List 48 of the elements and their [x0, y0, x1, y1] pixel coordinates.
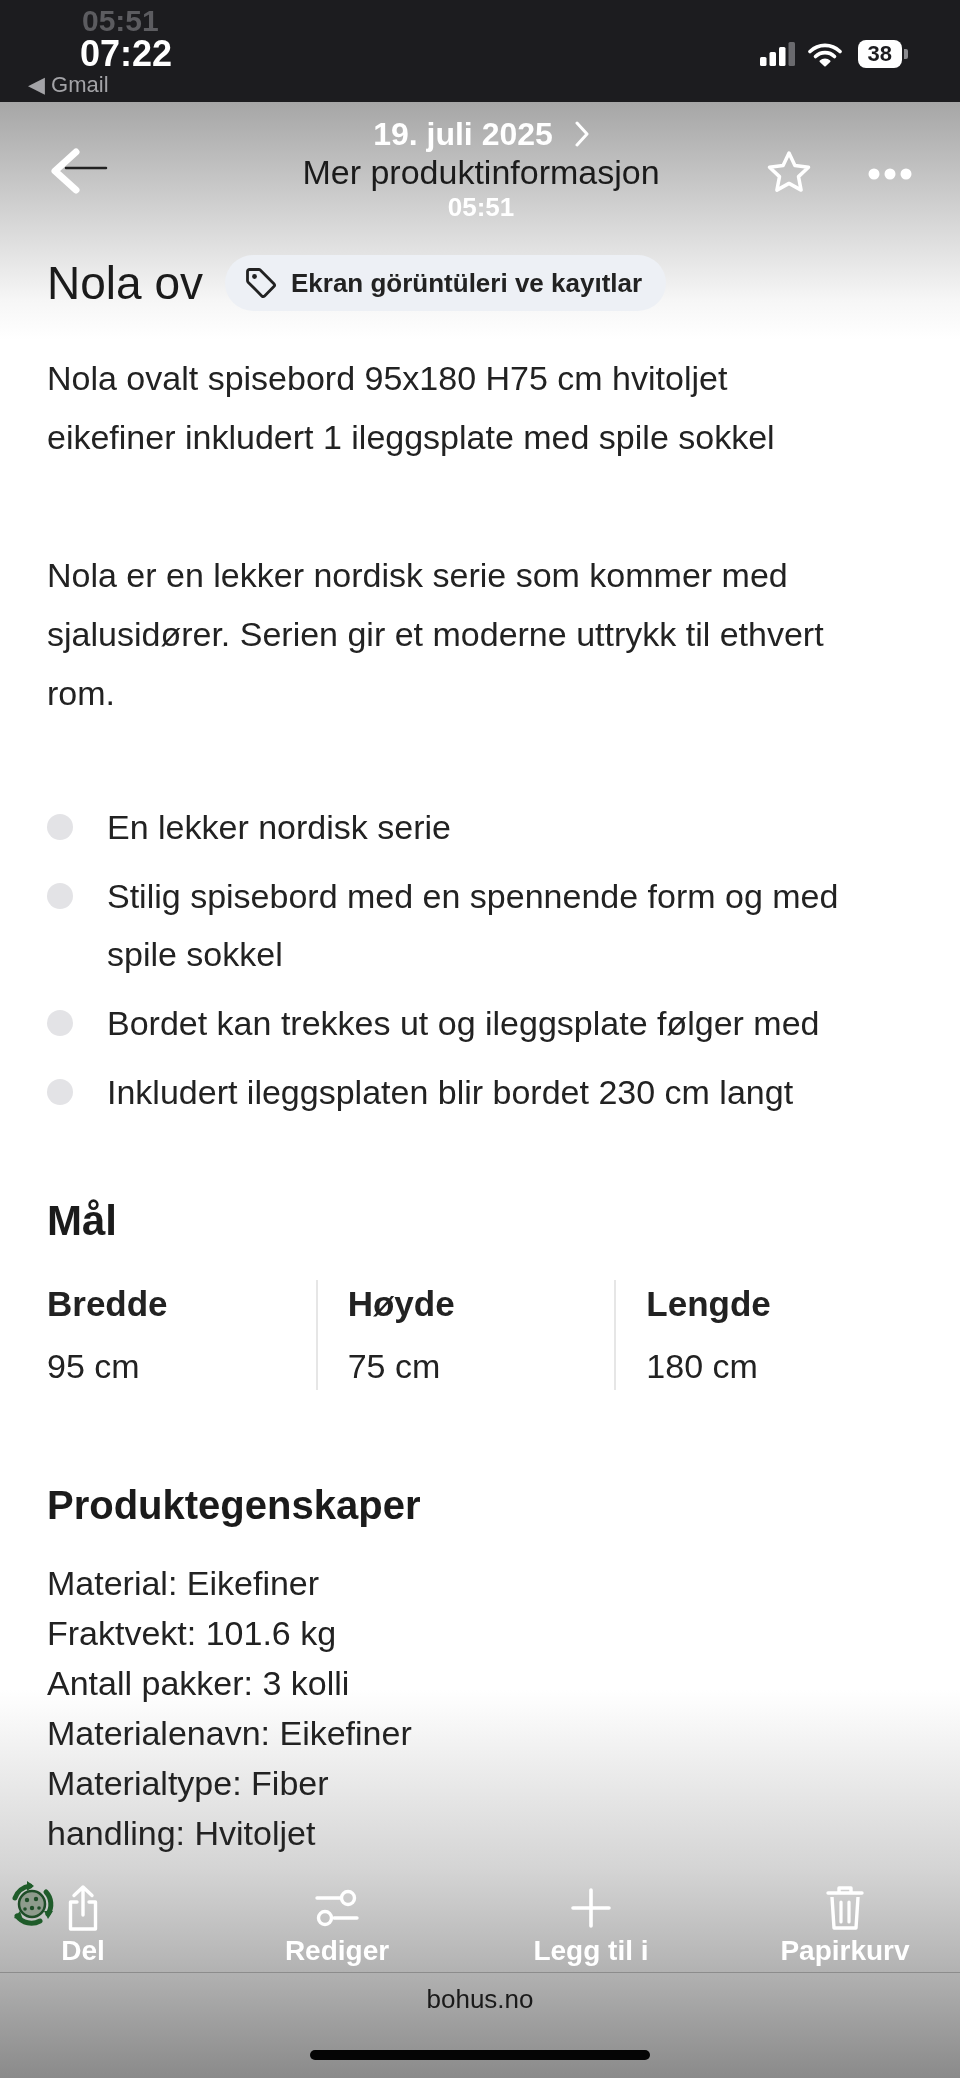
- site-address[interactable]: bohus.no: [426, 1983, 534, 2015]
- album-chip[interactable]: Ekran görüntüleri ve kayıtlar: [224, 255, 667, 311]
- dimension-value: 180 cm: [646, 1346, 759, 1387]
- wifi-icon: [807, 41, 842, 67]
- clock-text: 07:22: [80, 36, 173, 72]
- chevron-right-icon[interactable]: [574, 121, 589, 147]
- feature-text: Inkludert ileggsplaten blir bordet 230 cm langt: [107, 1072, 794, 1113]
- feature-text: Bordet kan trekkes ut og ileggsplate følger med: [107, 1003, 820, 1044]
- clock-text: 05:51: [82, 6, 159, 36]
- property-text: Materialtype: Fiber: [47, 1763, 330, 1804]
- date-text: 19. juli 2025: [373, 116, 553, 152]
- description-text: Nola ovalt spisebord 95x180 H75 cm hvitoljet eikefiner inkludert 1 ileggsplate med spile sokkel: [47, 358, 776, 458]
- edit-button[interactable]: Rediger: [254, 1884, 420, 1968]
- property-text: Fraktvekt: 101.6 kg: [47, 1613, 338, 1654]
- trash-button[interactable]: Papirkurv: [762, 1884, 928, 1968]
- product-heading: Nola ov: [47, 255, 203, 311]
- favorite-button[interactable]: [766, 150, 812, 194]
- property-text: handling: Hvitoljet: [47, 1813, 317, 1854]
- star-icon: [766, 150, 812, 194]
- property-text: Material: Eikefiner: [47, 1563, 321, 1604]
- more-icon: [868, 168, 912, 180]
- more-button[interactable]: [868, 168, 912, 180]
- bullet-dot-icon: [47, 1079, 73, 1105]
- property-text: Materialenavn: Eikefiner: [47, 1713, 413, 1754]
- back-to-app-link[interactable]: ◀ Gmail: [28, 72, 109, 98]
- page-title: Mer produktinformasjon: [302, 152, 660, 192]
- tag-icon: [244, 267, 277, 299]
- album-label: Ekran görüntüleri ve kayıtlar: [290, 267, 643, 300]
- dimension-label: Lengde: [646, 1283, 772, 1325]
- property-text: Antall pakker: 3 kolli: [47, 1663, 351, 1704]
- dimension-value: 75 cm: [347, 1346, 442, 1387]
- section-heading: Mål: [47, 1196, 118, 1246]
- feature-text: Stilig spisebord med en spennende form og med spile sokkel: [107, 876, 840, 975]
- add-to-button[interactable]: Legg til i: [508, 1884, 674, 1968]
- section-heading: Produktegenskaper: [47, 1482, 422, 1529]
- dimension-label: Høyde: [347, 1283, 456, 1325]
- signal-icon: [759, 42, 796, 66]
- bullet-dot-icon: [47, 1010, 73, 1036]
- bullet-dot-icon: [47, 814, 73, 840]
- dimension-label: Bredde: [47, 1283, 169, 1325]
- description-text: Nola er en lekker nordisk serie som kommer med sjalusidører. Serien gir et moderne uttrykk til ethvert rom.: [47, 555, 825, 714]
- feature-text: En lekker nordisk serie: [107, 807, 451, 848]
- share-button[interactable]: Del: [0, 1884, 166, 1968]
- back-button[interactable]: [50, 148, 108, 194]
- bullet-dot-icon: [47, 883, 73, 909]
- dimension-value: 95 cm: [47, 1346, 141, 1387]
- battery-indicator: 38: [857, 40, 908, 68]
- trash-icon: [825, 1884, 865, 1932]
